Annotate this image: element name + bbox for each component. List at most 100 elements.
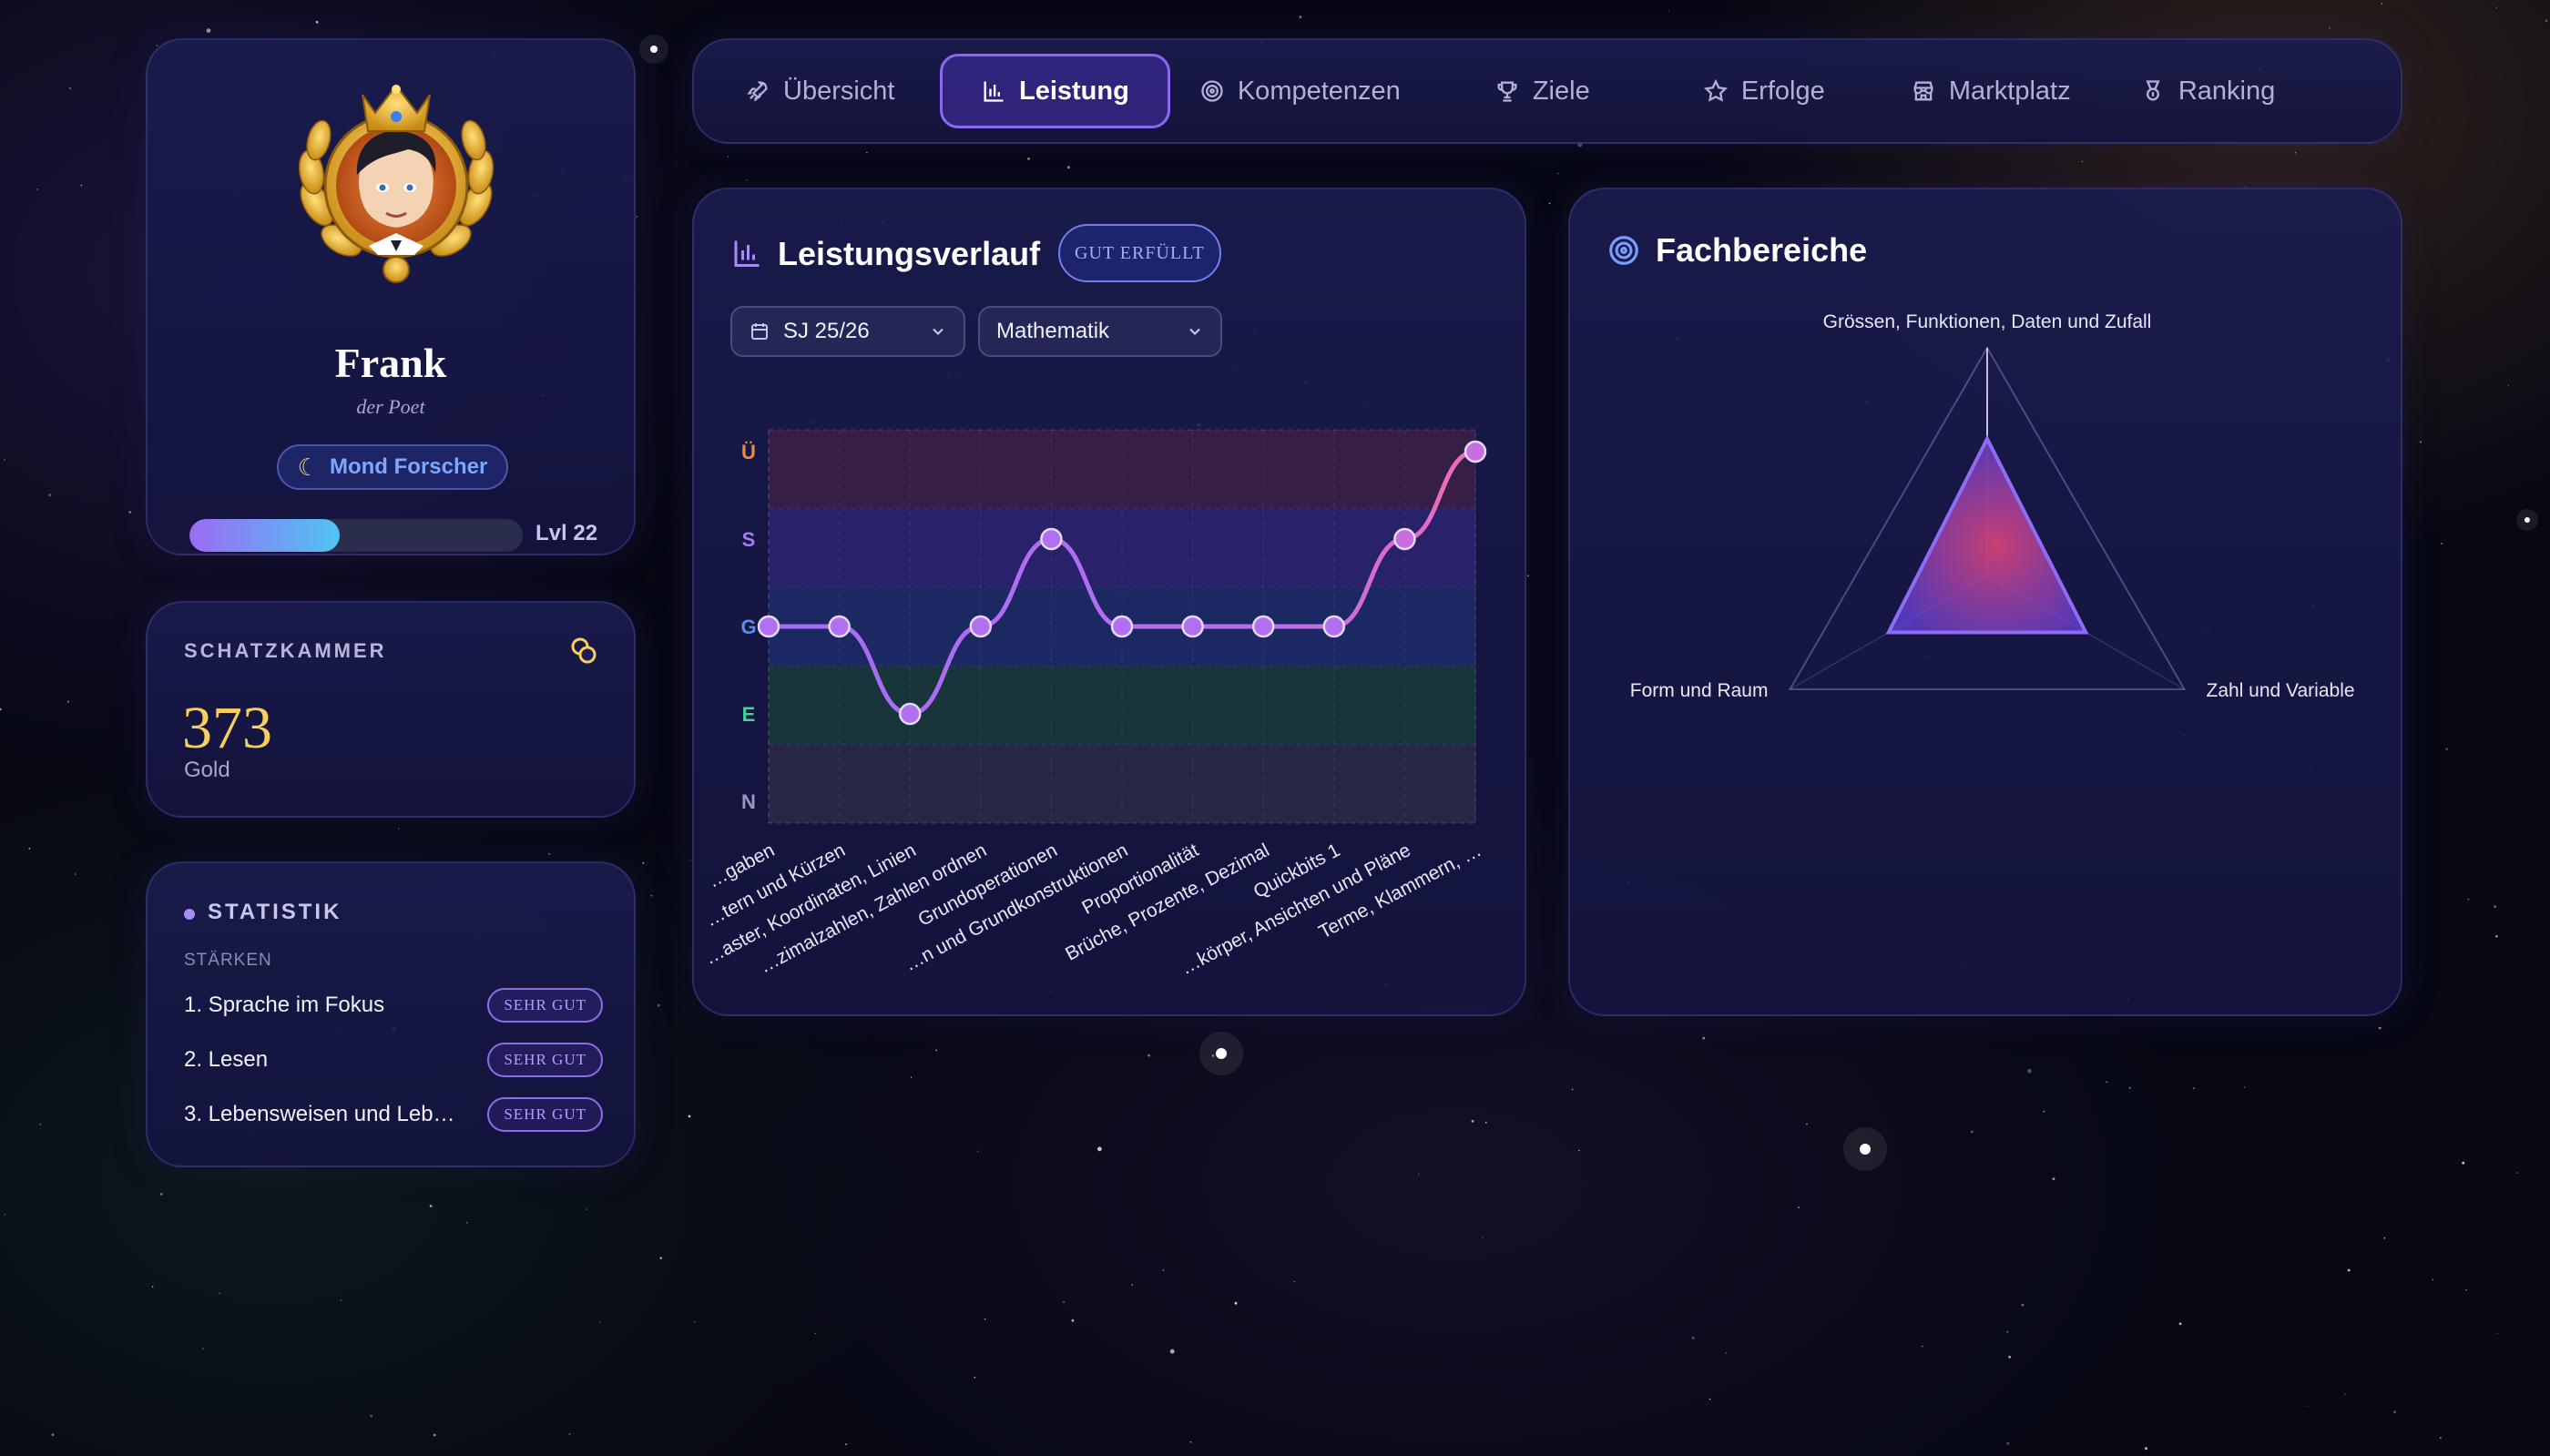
star-dot (2128, 1086, 2131, 1089)
rank-badge[interactable]: ☾ Mond Forscher (277, 444, 508, 490)
star-dot (2052, 1177, 2055, 1180)
bright-star (650, 46, 658, 53)
star-dot (1234, 1301, 1238, 1305)
star-dot (2432, 1278, 2434, 1281)
performance-panel: Leistungsverlauf GUT ERFÜLLT SJ 25/26 Ma… (692, 188, 1526, 1016)
star-dot (433, 1433, 436, 1437)
data-point[interactable] (1181, 615, 1204, 638)
tab-kompetenzen[interactable]: Kompetenzen (1170, 54, 1443, 128)
star-dot (466, 1221, 468, 1224)
star-dot (2294, 151, 2297, 154)
level-band (769, 744, 1475, 823)
star-dot (657, 1003, 660, 1007)
star-dot (2465, 1288, 2467, 1291)
star-dot (2145, 1447, 2147, 1451)
strength-label: 1. Sprache im Fokus (184, 993, 385, 1017)
xp-progress-bar (189, 519, 523, 552)
data-point[interactable] (757, 615, 780, 638)
data-point[interactable] (1464, 440, 1487, 463)
star-dot (1798, 1207, 1800, 1208)
treasury-card: SCHATZKAMMER 373 Gold (146, 601, 636, 818)
data-point[interactable] (1110, 615, 1134, 638)
strength-row[interactable]: 3. Lebensweisen und Leb… SEHR GUT (184, 1095, 603, 1135)
tab-ranking[interactable]: Ranking (2122, 54, 2275, 128)
star-dot (976, 1150, 979, 1153)
star-dot (1063, 1300, 1065, 1303)
bright-star (2524, 517, 2530, 523)
star-dot (36, 188, 38, 190)
y-tick-label: S (742, 528, 756, 551)
tab-leistung[interactable]: Leistung (940, 54, 1170, 128)
data-point[interactable] (1322, 615, 1346, 638)
y-tick-label: N (741, 790, 756, 813)
strength-row[interactable]: 1. Sprache im Fokus SEHR GUT (184, 985, 603, 1025)
star-dot (2494, 905, 2497, 908)
star-dot (1418, 1173, 1420, 1176)
star-dot (642, 861, 645, 864)
performance-line-chart: NEGSÜ…gaben…tern und Kürzen…aster, Koord… (701, 429, 1487, 979)
avatar[interactable] (291, 67, 501, 290)
coins-icon (571, 637, 597, 664)
star-dot (69, 87, 71, 89)
y-tick-label: Ü (741, 441, 756, 463)
crowned-avatar-icon (298, 84, 495, 283)
star-dot (1548, 202, 1551, 205)
statistics-card: STATISTIK STÄRKEN 1. Sprache im Fokus SE… (146, 861, 636, 1167)
star-dot (206, 28, 211, 33)
star-dot (2462, 1161, 2465, 1165)
main-navigation: Übersicht Leistung Kompetenzen Ziele Erf… (692, 38, 2402, 144)
star-dot (974, 1376, 976, 1379)
strengths-label: STÄRKEN (184, 951, 272, 970)
star-dot (1162, 1269, 1165, 1271)
star-dot (2383, 1237, 2386, 1239)
tab-uebersicht[interactable]: Übersicht (719, 54, 929, 128)
tab-marktplatz[interactable]: Marktplatz (1885, 54, 2122, 128)
star-glow (2516, 509, 2538, 531)
rank-label: Mond Forscher (329, 454, 488, 479)
data-point[interactable] (1251, 615, 1275, 638)
star-dot (2393, 1410, 2396, 1414)
data-point[interactable] (969, 615, 993, 638)
radar-axis-label: Zahl und Variable (2207, 680, 2355, 701)
star-dot (2347, 1268, 2351, 1272)
star-dot (689, 860, 692, 861)
star-dot (2440, 1437, 2442, 1439)
tab-ziele[interactable]: Ziele (1443, 54, 1667, 128)
star-dot (2329, 27, 2331, 29)
statistics-title: STATISTIK (208, 900, 342, 924)
data-point[interactable] (1040, 527, 1063, 551)
tab-erfolge[interactable]: Erfolge (1667, 54, 1885, 128)
star-dot (1557, 172, 1559, 175)
star-dot (1571, 1088, 1574, 1091)
tab-label: Übersicht (783, 76, 895, 106)
star-dot (2445, 748, 2449, 750)
star-dot (866, 151, 868, 154)
bar-chart-icon (984, 81, 1004, 102)
store-icon (1913, 81, 1933, 101)
star-dot (688, 1115, 691, 1118)
star-dot (2008, 1355, 2012, 1359)
star-dot (398, 828, 400, 830)
star-dot (636, 216, 638, 218)
star-dot (1668, 10, 1670, 13)
star-dot (1148, 1054, 1150, 1057)
star-dot (1027, 158, 1030, 160)
star-dot (2306, 1405, 2309, 1407)
star-dot (984, 1318, 986, 1320)
data-point[interactable] (898, 702, 922, 726)
star-dot (1211, 1054, 1215, 1057)
star-dot (1566, 786, 1567, 788)
level-label: Lvl 22 (536, 521, 598, 545)
tab-label: Marktplatz (1948, 76, 2071, 106)
bullet-dot-icon (184, 909, 195, 920)
star-dot (2081, 160, 2084, 163)
star-dot (0, 708, 2, 711)
star-dot (1071, 1319, 1075, 1322)
star-dot (746, 178, 749, 181)
data-point[interactable] (828, 615, 851, 638)
subject-areas-radar-chart: Grössen, Funktionen, Daten und Zufall Zah… (1630, 311, 2355, 701)
star-dot (2495, 934, 2498, 938)
strength-row[interactable]: 2. Lesen SEHR GUT (184, 1040, 603, 1080)
star-dot (1527, 575, 1529, 576)
data-point[interactable] (1393, 527, 1416, 551)
